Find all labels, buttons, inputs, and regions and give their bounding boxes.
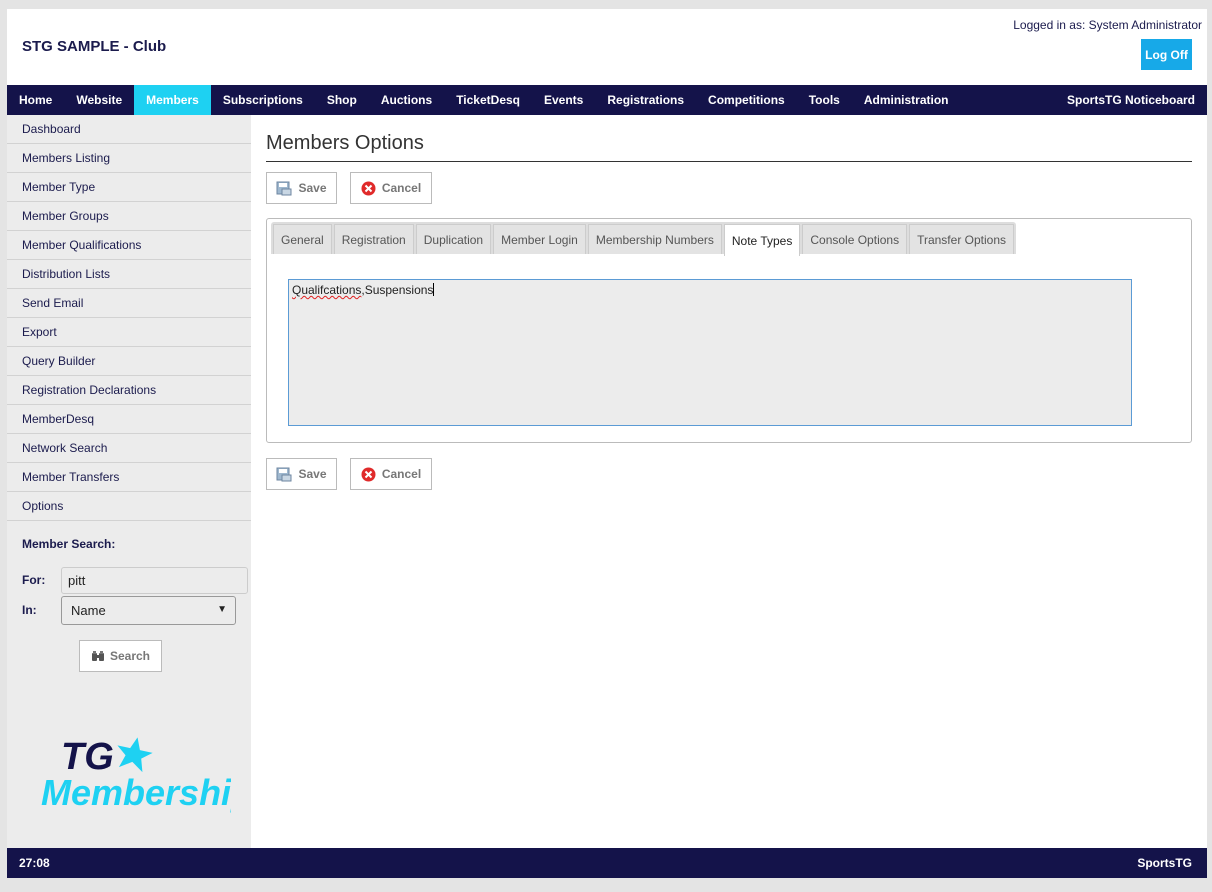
- save-button-bottom[interactable]: Save: [266, 458, 337, 490]
- sidebar-item-member-groups[interactable]: Member Groups: [7, 202, 251, 231]
- search-in-label: In:: [22, 603, 37, 617]
- logged-in-text: Logged in as: System Administrator: [1013, 18, 1202, 32]
- sidebar-item-options[interactable]: Options: [7, 492, 251, 521]
- tab-registration[interactable]: Registration: [333, 224, 414, 254]
- cancel-label-bottom: Cancel: [381, 467, 422, 481]
- footer-clock: 27:08: [19, 856, 50, 870]
- top-navigation: Home Website Members Subscriptions Shop …: [7, 85, 1207, 115]
- note-types-textarea[interactable]: Qualifcations,Suspensions: [288, 279, 1132, 426]
- note-types-misspelled-word: Qualifcations: [292, 283, 362, 297]
- save-icon: [276, 467, 292, 482]
- nav-home[interactable]: Home: [7, 85, 64, 115]
- search-for-label: For:: [22, 573, 46, 587]
- page-frame: STG SAMPLE - Club Logged in as: System A…: [7, 9, 1207, 878]
- sidebar-item-members-listing[interactable]: Members Listing: [7, 144, 251, 173]
- sidebar-item-send-email[interactable]: Send Email: [7, 289, 251, 318]
- cancel-label-top: Cancel: [381, 181, 422, 195]
- tab-note-types[interactable]: Note Types: [723, 224, 801, 256]
- dropdown-arrow-icon: ▼: [217, 604, 227, 615]
- main-content: Members Options Save Cancel General Regi…: [251, 115, 1207, 848]
- member-search-title: Member Search:: [22, 537, 116, 551]
- tab-duplication[interactable]: Duplication: [415, 224, 492, 254]
- options-panel: General Registration Duplication Member …: [266, 218, 1192, 443]
- logo-text-membership: Membership: [41, 772, 231, 813]
- nav-ticketdesq[interactable]: TicketDesq: [444, 85, 532, 115]
- cancel-button-top[interactable]: Cancel: [350, 172, 432, 204]
- sidebar-item-memberdesq[interactable]: MemberDesq: [7, 405, 251, 434]
- nav-competitions[interactable]: Competitions: [696, 85, 797, 115]
- save-label-bottom: Save: [298, 467, 327, 481]
- text-cursor: [433, 283, 435, 296]
- sidebar-item-member-type[interactable]: Member Type: [7, 173, 251, 202]
- nav-subscriptions[interactable]: Subscriptions: [211, 85, 315, 115]
- tab-general[interactable]: General: [273, 224, 332, 254]
- cancel-icon: [361, 467, 376, 481]
- header: STG SAMPLE - Club Logged in as: System A…: [7, 9, 1207, 85]
- nav-events[interactable]: Events: [532, 85, 595, 115]
- member-search-input[interactable]: [61, 567, 248, 594]
- footer-brand: SportsTG: [1137, 856, 1192, 870]
- tab-member-login[interactable]: Member Login: [493, 224, 586, 254]
- search-field-select[interactable]: Name ▼: [61, 596, 236, 625]
- sidebar-item-distribution-lists[interactable]: Distribution Lists: [7, 260, 251, 289]
- title-divider: [266, 161, 1192, 162]
- sidebar: Dashboard Members Listing Member Type Me…: [7, 115, 251, 848]
- nav-auctions[interactable]: Auctions: [369, 85, 444, 115]
- search-field-selected: Name: [71, 603, 106, 618]
- footer: 27:08 SportsTG: [7, 848, 1207, 878]
- nav-administration[interactable]: Administration: [852, 85, 961, 115]
- nav-registrations[interactable]: Registrations: [595, 85, 696, 115]
- tab-membership-numbers[interactable]: Membership Numbers: [587, 224, 722, 254]
- logoff-button[interactable]: Log Off: [1141, 39, 1192, 70]
- tab-console-options[interactable]: Console Options: [802, 224, 908, 254]
- sidebar-item-query-builder[interactable]: Query Builder: [7, 347, 251, 376]
- nav-shop[interactable]: Shop: [315, 85, 369, 115]
- save-label-top: Save: [298, 181, 327, 195]
- nav-tools[interactable]: Tools: [797, 85, 852, 115]
- nav-members[interactable]: Members: [134, 85, 211, 115]
- sidebar-item-network-search[interactable]: Network Search: [7, 434, 251, 463]
- nav-noticeboard[interactable]: SportsTG Noticeboard: [1055, 85, 1207, 115]
- sidebar-item-export[interactable]: Export: [7, 318, 251, 347]
- nav-website[interactable]: Website: [64, 85, 134, 115]
- save-icon: [276, 181, 292, 196]
- club-title: STG SAMPLE - Club: [22, 38, 167, 55]
- member-search-button[interactable]: Search: [79, 640, 162, 672]
- sidebar-item-member-transfers[interactable]: Member Transfers: [7, 463, 251, 492]
- tg-membership-logo: TG Membership: [41, 736, 231, 813]
- logo-star-icon: [117, 737, 153, 773]
- member-search-button-label: Search: [109, 649, 151, 663]
- note-types-text: ,Suspensions: [361, 283, 434, 297]
- binoculars-icon: [91, 651, 104, 661]
- page-title: Members Options: [266, 132, 424, 154]
- cancel-icon: [361, 181, 376, 195]
- sidebar-item-registration-declarations[interactable]: Registration Declarations: [7, 376, 251, 405]
- sidebar-item-dashboard[interactable]: Dashboard: [7, 115, 251, 144]
- cancel-button-bottom[interactable]: Cancel: [350, 458, 432, 490]
- tab-transfer-options[interactable]: Transfer Options: [909, 224, 1014, 254]
- save-button-top[interactable]: Save: [266, 172, 337, 204]
- options-tabs: General Registration Duplication Member …: [271, 222, 1016, 256]
- sidebar-item-member-qualifications[interactable]: Member Qualifications: [7, 231, 251, 260]
